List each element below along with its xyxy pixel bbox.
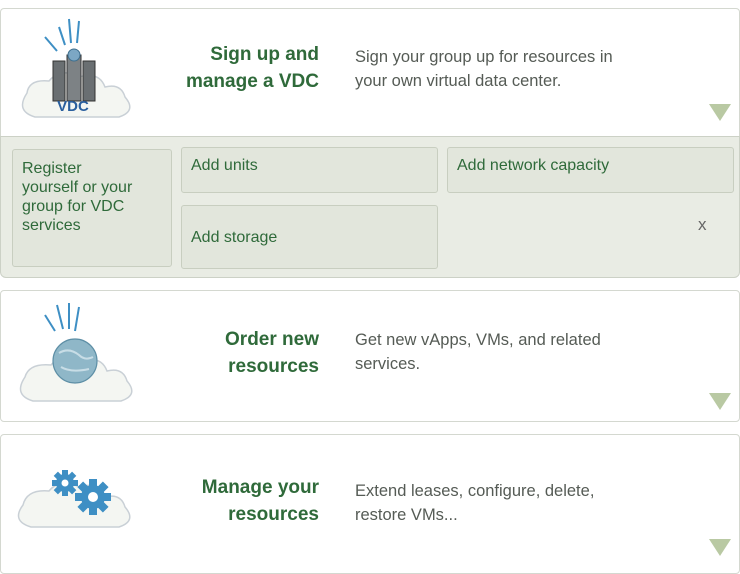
add-network-capacity-button[interactable]: Add network capacity xyxy=(447,147,734,193)
expand-arrow-icon[interactable] xyxy=(709,393,731,410)
manage-card-description: Extend leases, configure, delete, restor… xyxy=(355,482,595,524)
add-units-button[interactable]: Add units xyxy=(181,147,438,193)
order-card-description: Get new vApps, VMs, and related services… xyxy=(355,331,601,373)
vdc-card[interactable]: VDC Sign up and manage a VDC Sign your g… xyxy=(0,8,740,136)
vdc-card-description: Sign your group up for resources in your… xyxy=(355,48,613,90)
vdc-actions-panel: Register yourself or your group for VDC … xyxy=(0,136,740,278)
vdc-badge: VDC xyxy=(57,98,89,115)
expand-arrow-icon[interactable] xyxy=(709,104,731,121)
register-vdc-button[interactable]: Register yourself or your group for VDC … xyxy=(12,149,172,267)
vdc-card-title: Sign up and manage a VDC xyxy=(185,44,319,92)
order-card-title: Order new resources xyxy=(225,329,319,377)
add-storage-button[interactable]: Add storage xyxy=(181,205,438,269)
expand-arrow-icon[interactable] xyxy=(709,539,731,556)
close-panel-button[interactable]: x xyxy=(698,215,707,235)
manage-card-title: Manage your resources xyxy=(201,477,319,525)
order-resources-card[interactable]: Order new resources Get new vApps, VMs, … xyxy=(0,290,740,422)
manage-resources-card[interactable]: Manage your resources Extend leases, con… xyxy=(0,434,740,574)
